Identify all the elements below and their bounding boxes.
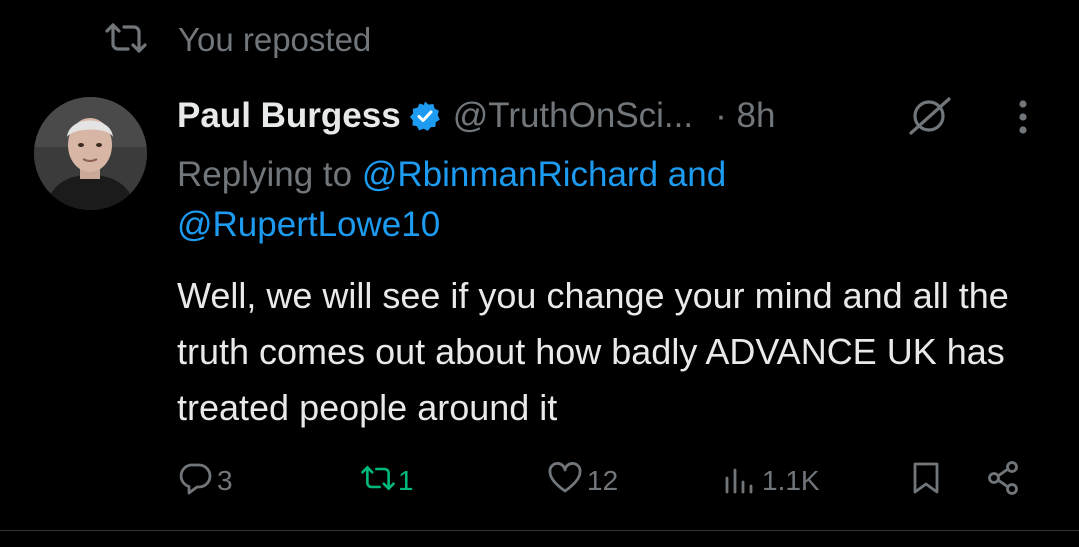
author-handle[interactable]: @TruthOnSci...	[453, 96, 693, 136]
replying-to: Replying to @RbinmanRichard and @RupertL…	[177, 150, 1057, 250]
reply-button[interactable]: 3	[177, 456, 233, 506]
repost-icon	[104, 22, 148, 59]
replying-prefix: Replying to	[177, 155, 353, 194]
verified-badge-icon[interactable]	[409, 100, 441, 132]
share-icon	[986, 460, 1022, 503]
like-count: 12	[587, 465, 619, 496]
divider	[0, 530, 1079, 531]
tweet-header: Paul Burgess @TruthOnSci... · 8h	[177, 92, 775, 140]
like-button[interactable]: 12	[547, 456, 618, 506]
grok-icon[interactable]	[905, 95, 953, 135]
repost-indicator: You reposted	[104, 20, 371, 60]
repost-button[interactable]: 1	[360, 456, 414, 506]
bookmark-icon	[908, 460, 944, 503]
repost-icon	[360, 460, 396, 503]
author-name[interactable]: Paul Burgess	[177, 96, 401, 136]
heart-icon	[547, 460, 583, 503]
repost-label: You reposted	[178, 21, 372, 58]
share-button[interactable]	[986, 456, 1022, 506]
tweet-text: Well, we will see if you change your min…	[177, 275, 1009, 428]
mention-link[interactable]: @RupertLowe10	[177, 205, 440, 244]
mention-link[interactable]: @RbinmanRichard	[362, 155, 658, 194]
reply-icon	[177, 460, 213, 503]
view-count: 1.1K	[762, 465, 820, 496]
tweet-timestamp[interactable]: · 8h	[715, 96, 775, 136]
views-button[interactable]: 1.1K	[722, 456, 820, 506]
analytics-icon	[722, 460, 758, 503]
reply-count: 3	[217, 465, 233, 496]
repost-count: 1	[398, 465, 414, 496]
bookmark-button[interactable]	[908, 456, 944, 506]
replying-and[interactable]: and	[668, 155, 726, 194]
avatar[interactable]	[34, 97, 147, 210]
more-options-icon[interactable]	[1013, 98, 1033, 136]
